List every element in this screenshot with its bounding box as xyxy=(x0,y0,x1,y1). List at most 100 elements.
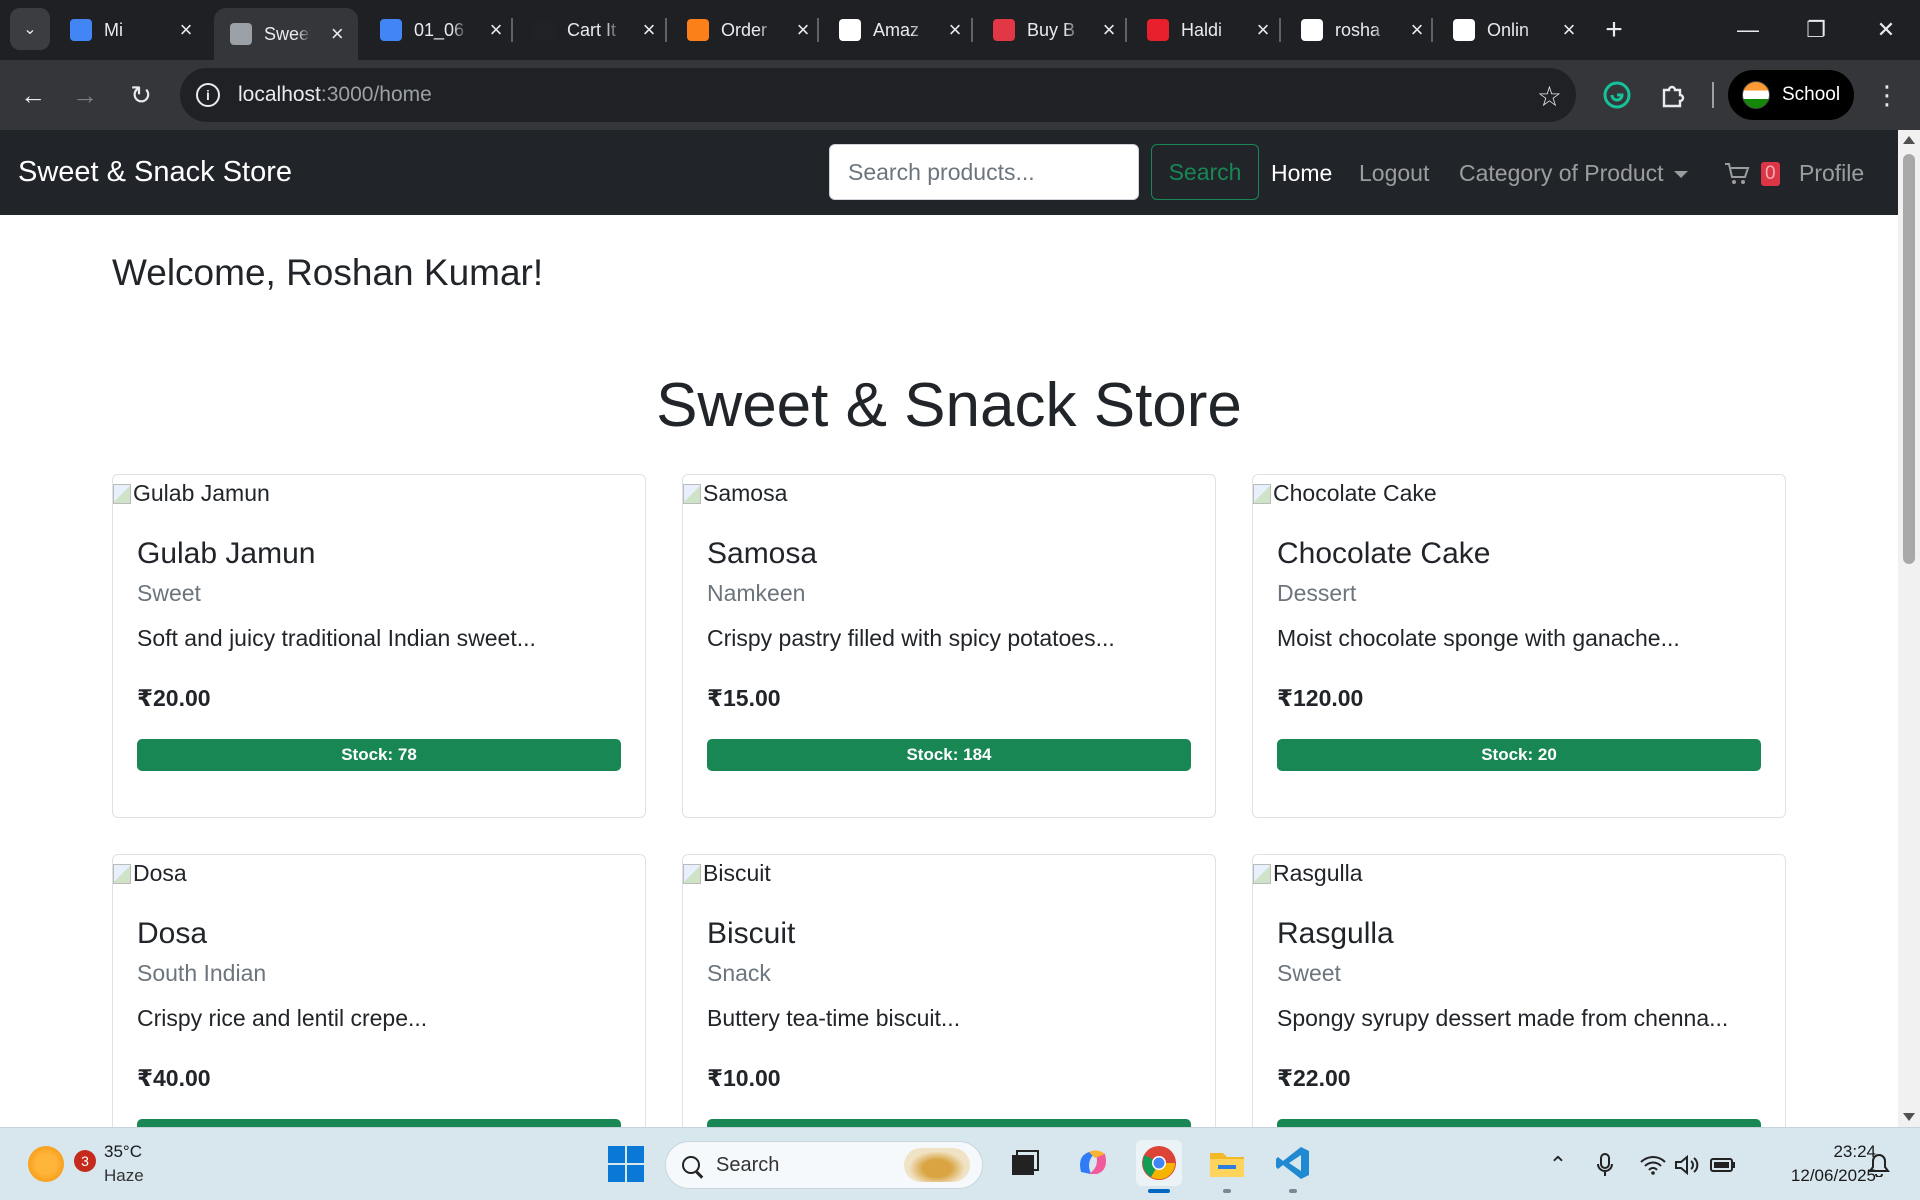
tab-title: Buy B xyxy=(1027,19,1076,40)
forward-button[interactable]: → xyxy=(66,76,104,114)
product-search-input[interactable] xyxy=(829,144,1139,200)
chevron-down-icon: ⌄ xyxy=(23,21,37,38)
battery-icon[interactable] xyxy=(1708,1150,1738,1180)
copilot-icon[interactable] xyxy=(1070,1140,1116,1186)
windows-start-icon[interactable] xyxy=(608,1146,644,1182)
cart-icon[interactable] xyxy=(1724,162,1750,192)
broken-image-icon xyxy=(683,863,701,884)
profile-avatar xyxy=(1742,81,1770,109)
taskbar-search-label: Search xyxy=(716,1153,780,1176)
profile-chip[interactable]: School xyxy=(1728,70,1854,120)
nav-profile-link[interactable]: Profile xyxy=(1799,160,1864,187)
product-card[interactable]: Samosa Samosa Namkeen Crispy pastry filled … xyxy=(682,474,1216,818)
address-bar[interactable]: i localhost:3000/home ☆ xyxy=(180,68,1576,122)
product-card[interactable]: Biscuit Biscuit Snack Buttery tea-time bisc… xyxy=(682,854,1216,1127)
show-hidden-icons-chevron-icon[interactable]: ⌃ xyxy=(1543,1150,1573,1180)
weather-alert-badge: 3 xyxy=(74,1150,96,1172)
page-scrollbar[interactable] xyxy=(1898,130,1920,1127)
browser-tab[interactable]: Amaz × xyxy=(823,8,977,52)
file-explorer-icon[interactable] xyxy=(1204,1140,1250,1193)
site-info-icon[interactable]: i xyxy=(196,83,220,107)
volume-icon[interactable] xyxy=(1672,1150,1702,1180)
weather-condition: Haze xyxy=(104,1166,144,1185)
minimize-button[interactable]: — xyxy=(1714,0,1782,60)
product-image: Biscuit xyxy=(683,860,771,887)
browser-tab[interactable]: Mi × xyxy=(54,8,208,52)
product-card[interactable]: Chocolate Cake Chocolate Cake Dessert Moist… xyxy=(1252,474,1786,818)
browser-tab[interactable]: Order × xyxy=(671,8,825,52)
back-button[interactable]: ← xyxy=(14,76,52,114)
product-card[interactable]: Rasgulla Rasgulla Sweet Spongy syrupy desse… xyxy=(1252,854,1786,1127)
chrome-taskbar-icon[interactable] xyxy=(1136,1140,1182,1193)
scrollbar-thumb[interactable] xyxy=(1903,154,1915,564)
extensions-icon[interactable] xyxy=(1654,76,1692,114)
browser-tab[interactable]: Buy B × xyxy=(977,8,1131,52)
tab-close-icon[interactable]: × xyxy=(1253,17,1273,43)
task-view-icon[interactable] xyxy=(1002,1140,1048,1186)
product-image-alt-text: Samosa xyxy=(703,480,788,506)
tab-title: Cart It xyxy=(567,19,617,40)
product-name: Biscuit xyxy=(707,917,796,950)
tab-close-icon[interactable]: × xyxy=(176,17,196,43)
vscode-icon[interactable] xyxy=(1270,1140,1316,1193)
bookmark-star-icon[interactable]: ☆ xyxy=(1537,80,1562,113)
tab-close-icon[interactable]: × xyxy=(639,17,659,43)
caret-down-icon xyxy=(1673,171,1688,179)
category-dropdown-label: Category of Product xyxy=(1459,160,1664,186)
nav-home-link[interactable]: Home xyxy=(1271,160,1332,187)
scroll-down-arrow-icon[interactable] xyxy=(1903,1113,1915,1121)
search-button[interactable]: Search xyxy=(1151,144,1259,200)
scroll-up-arrow-icon[interactable] xyxy=(1903,136,1915,144)
weather-sun-icon xyxy=(28,1146,64,1182)
reload-button[interactable]: ↻ xyxy=(122,76,160,114)
page-content: Welcome, Roshan Kumar! Sweet & Snack Sto… xyxy=(0,215,1898,1127)
product-card[interactable]: Gulab Jamun Gulab Jamun Sweet Soft and juic… xyxy=(112,474,646,818)
browser-tab[interactable]: Cart It × xyxy=(517,8,671,52)
browser-tab[interactable]: Onlin × xyxy=(1437,8,1591,52)
product-card[interactable]: Dosa Dosa South Indian Crispy rice and lent… xyxy=(112,854,646,1127)
browser-toolbar: ← → ↻ i localhost:3000/home ☆ School ⋮ xyxy=(0,60,1920,130)
system-clock[interactable]: 23:24 12/06/2025 xyxy=(1760,1140,1876,1188)
notifications-bell-icon[interactable] xyxy=(1864,1150,1894,1180)
tab-close-icon[interactable]: × xyxy=(329,21,346,47)
product-name: Samosa xyxy=(707,537,818,570)
product-price: ₹15.00 xyxy=(707,685,781,711)
browser-tab[interactable]: Sweet & Snack Store × xyxy=(214,8,358,60)
microphone-icon[interactable] xyxy=(1590,1150,1620,1180)
tab-close-icon[interactable]: × xyxy=(793,17,813,43)
grammarly-icon[interactable] xyxy=(1598,76,1636,114)
tab-close-icon[interactable]: × xyxy=(1559,17,1579,43)
nav-category-dropdown[interactable]: Category of Product xyxy=(1459,160,1688,187)
tab-separator xyxy=(511,18,513,42)
taskbar-search-box[interactable]: Search xyxy=(665,1141,983,1189)
product-name: Chocolate Cake xyxy=(1277,537,1491,570)
tab-close-icon[interactable]: × xyxy=(945,17,965,43)
product-description: Moist chocolate sponge with ganache... xyxy=(1277,625,1680,651)
chrome-menu-icon[interactable]: ⋮ xyxy=(1872,76,1902,114)
tab-close-icon[interactable]: × xyxy=(486,17,506,43)
new-tab-button[interactable]: + xyxy=(1596,12,1632,48)
tab-favicon-icon xyxy=(839,19,861,41)
restore-button[interactable]: ❐ xyxy=(1782,0,1850,60)
browser-tab-strip: ⌄ Mi×Sweet & Snack Store×01_06×Cart It×O… xyxy=(0,0,1920,60)
product-description: Buttery tea-time biscuit... xyxy=(707,1005,961,1031)
nav-logout-link[interactable]: Logout xyxy=(1359,160,1429,187)
product-image: Samosa xyxy=(683,480,787,507)
navbar-brand[interactable]: Sweet & Snack Store xyxy=(18,156,292,189)
wifi-icon[interactable] xyxy=(1638,1150,1668,1180)
tab-close-icon[interactable]: × xyxy=(1407,17,1427,43)
product-price: ₹22.00 xyxy=(1277,1065,1351,1091)
close-window-button[interactable]: ✕ xyxy=(1852,0,1920,60)
product-category: South Indian xyxy=(137,960,267,986)
tab-separator xyxy=(665,18,667,42)
browser-tab[interactable]: Haldi × xyxy=(1131,8,1285,52)
browser-tab[interactable]: rosha × xyxy=(1285,8,1439,52)
tab-search-button[interactable]: ⌄ xyxy=(10,8,50,50)
product-image: Gulab Jamun xyxy=(113,480,270,507)
url-text[interactable]: localhost:3000/home xyxy=(238,83,432,107)
product-image-alt-text: Chocolate Cake xyxy=(1273,480,1437,506)
weather-widget[interactable]: 3 35°C Haze xyxy=(28,1140,144,1188)
tab-close-icon[interactable]: × xyxy=(1099,17,1119,43)
product-description: Crispy rice and lentil crepe... xyxy=(137,1005,428,1031)
browser-tab[interactable]: 01_06 × xyxy=(364,8,518,52)
